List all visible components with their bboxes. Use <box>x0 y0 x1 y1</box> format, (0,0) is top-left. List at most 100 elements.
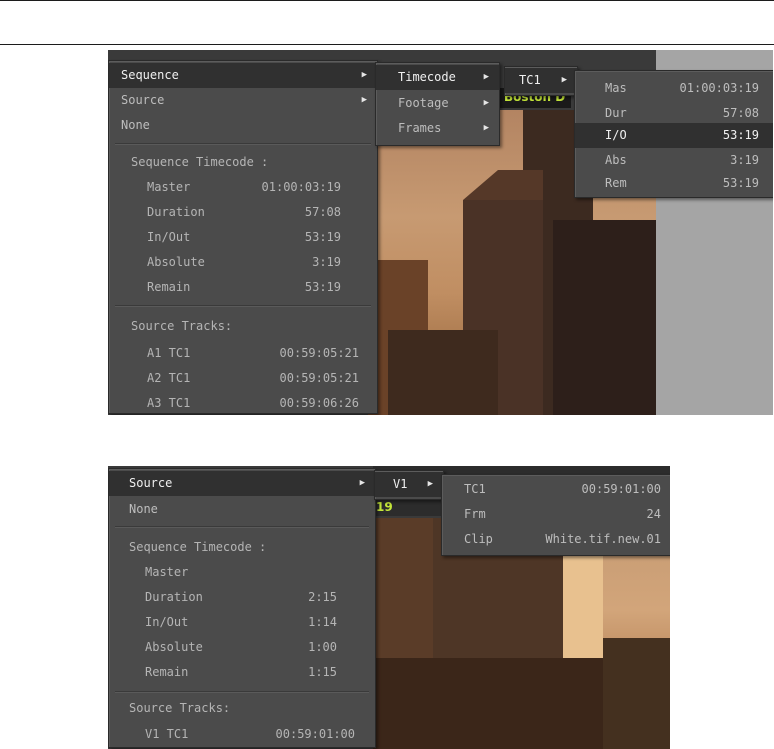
menu-item-footage[interactable]: Footage ▶ <box>376 91 499 116</box>
row-label: Master <box>147 180 191 194</box>
top-display-submenu: Timecode ▶ Footage ▶ Frames ▶ <box>375 62 500 146</box>
chevron-right-icon: ▶ <box>427 479 433 489</box>
top-values-submenu: Mas 01:00:03:19 Dur 57:08 I/O 53:19 Abs … <box>574 70 773 198</box>
row-label: Clip <box>464 532 493 546</box>
menu-item-label: None <box>121 118 150 132</box>
chevron-right-icon: ▶ <box>361 95 367 105</box>
row-label: In/Out <box>147 230 191 244</box>
timecode-row-inout[interactable]: In/Out 53:19 <box>109 225 377 250</box>
source-track-row[interactable]: A3 TC1 00:59:06:26 <box>109 391 377 415</box>
skyline-building <box>553 220 673 415</box>
menu-item-v1[interactable]: V1 ▶ <box>375 472 443 497</box>
row-label: Remain <box>145 665 189 679</box>
timecode-row-absolute[interactable]: Absolute 3:19 <box>109 250 377 275</box>
value-row-absolute[interactable]: Abs 3:19 <box>575 148 773 173</box>
row-label: Duration <box>145 590 203 604</box>
bottom-info-submenu: TC1 00:59:01:00 Frm 24 Clip White.tif.ne… <box>441 474 670 556</box>
bottom-main-menu: Source ▶ None Sequence Timecode : Master… <box>108 468 376 748</box>
top-tc-submenu: TC1 ▶ <box>504 66 578 96</box>
info-row-clip[interactable]: Clip White.tif.new.01 <box>442 527 670 552</box>
info-row-frm[interactable]: Frm 24 <box>442 502 670 527</box>
timecode-row-absolute[interactable]: Absolute 1:00 <box>109 635 375 660</box>
menu-item-label: None <box>129 502 158 516</box>
top-main-menu: Sequence ▶ Source ▶ None Sequence Timeco… <box>108 60 378 414</box>
row-label: A3 TC1 <box>147 396 191 410</box>
row-value: 24 <box>646 507 661 521</box>
row-label: Absolute <box>145 640 203 654</box>
row-label: TC1 <box>464 482 486 496</box>
row-value: 57:08 <box>304 205 341 219</box>
timecode-row-duration[interactable]: Duration 57:08 <box>109 200 377 225</box>
value-row-remain[interactable]: Rem 53:19 <box>575 171 773 196</box>
row-value: 2:15 <box>308 590 337 604</box>
bottom-monitor-label: 19 <box>376 500 393 514</box>
row-value: 1:00 <box>308 640 337 654</box>
info-row-tc1[interactable]: TC1 00:59:01:00 <box>442 477 670 502</box>
sequence-timecode-header: Sequence Timecode : <box>129 540 267 554</box>
menu-separator <box>115 526 369 528</box>
menu-item-source[interactable]: Source ▶ <box>109 88 377 113</box>
menu-item-sequence[interactable]: Sequence ▶ <box>109 63 377 88</box>
chevron-right-icon: ▶ <box>483 72 489 82</box>
source-tracks-header: Source Tracks: <box>131 319 233 333</box>
source-track-row[interactable]: A2 TC1 00:59:05:21 <box>109 366 377 391</box>
timecode-row-master[interactable]: Master <box>109 560 375 585</box>
menu-separator <box>115 143 371 145</box>
row-label: Duration <box>147 205 205 219</box>
row-value: 00:59:06:26 <box>279 396 359 410</box>
timecode-row-inout[interactable]: In/Out 1:14 <box>109 610 375 635</box>
row-label: Mas <box>605 81 627 95</box>
top-screenshot: Boston D Sequence ▶ Source ▶ None Sequen… <box>108 50 773 415</box>
row-value: 00:59:01:00 <box>275 727 355 741</box>
row-value: 00:59:05:21 <box>279 371 359 385</box>
row-label: Abs <box>605 153 627 167</box>
row-value: White.tif.new.01 <box>545 532 661 546</box>
row-label: I/O <box>605 128 627 142</box>
row-label: A2 TC1 <box>147 371 191 385</box>
bottom-track-submenu: V1 ▶ <box>374 470 444 500</box>
row-label: Remain <box>147 280 191 294</box>
menu-item-source[interactable]: Source ▶ <box>109 471 375 496</box>
sequence-timecode-header: Sequence Timecode : <box>131 155 269 169</box>
bottom-screenshot: 19 Source ▶ None Sequence Timecode : Mas… <box>108 466 670 749</box>
row-value: 00:59:01:00 <box>581 482 661 496</box>
menu-item-tc1[interactable]: TC1 ▶ <box>505 68 577 93</box>
row-value: 1:15 <box>308 665 337 679</box>
source-track-row[interactable]: V1 TC1 00:59:01:00 <box>109 722 375 747</box>
timecode-row-master[interactable]: Master 01:00:03:19 <box>109 175 377 200</box>
menu-item-label: Source <box>129 476 173 490</box>
timecode-row-remain[interactable]: Remain 1:15 <box>109 660 375 685</box>
row-label: Absolute <box>147 255 205 269</box>
menu-item-frames[interactable]: Frames ▶ <box>376 116 499 141</box>
menu-item-label: Timecode <box>398 70 456 84</box>
source-track-row[interactable]: A1 TC1 00:59:05:21 <box>109 341 377 366</box>
value-row-inout[interactable]: I/O 53:19 <box>575 123 773 148</box>
timecode-row-duration[interactable]: Duration 2:15 <box>109 585 375 610</box>
row-value: 3:19 <box>312 255 341 269</box>
menu-item-label: V1 <box>393 477 408 491</box>
menu-item-none[interactable]: None <box>109 497 375 522</box>
row-value: 53:19 <box>722 128 759 142</box>
menu-item-label: Footage <box>398 96 449 110</box>
menu-item-none[interactable]: None <box>109 113 377 138</box>
chevron-right-icon: ▶ <box>361 70 367 80</box>
row-value: 53:19 <box>304 280 341 294</box>
row-value: 01:00:03:19 <box>679 81 759 95</box>
menu-item-label: Source <box>121 93 165 107</box>
top-rule <box>0 0 774 1</box>
value-row-master[interactable]: Mas 01:00:03:19 <box>575 76 773 101</box>
chevron-right-icon: ▶ <box>561 75 567 85</box>
row-label: Dur <box>605 106 627 120</box>
timecode-row-remain[interactable]: Remain 53:19 <box>109 275 377 300</box>
row-label: Master <box>145 565 189 579</box>
chevron-right-icon: ▶ <box>359 478 365 488</box>
skyline-building <box>463 170 543 200</box>
source-tracks-header: Source Tracks: <box>129 701 231 715</box>
row-value: 53:19 <box>304 230 341 244</box>
menu-item-timecode[interactable]: Timecode ▶ <box>376 65 499 90</box>
chevron-right-icon: ▶ <box>483 98 489 108</box>
menu-item-label: Sequence <box>121 68 179 82</box>
row-value: 1:14 <box>308 615 337 629</box>
menu-separator <box>115 691 369 693</box>
skyline-building <box>388 330 498 415</box>
